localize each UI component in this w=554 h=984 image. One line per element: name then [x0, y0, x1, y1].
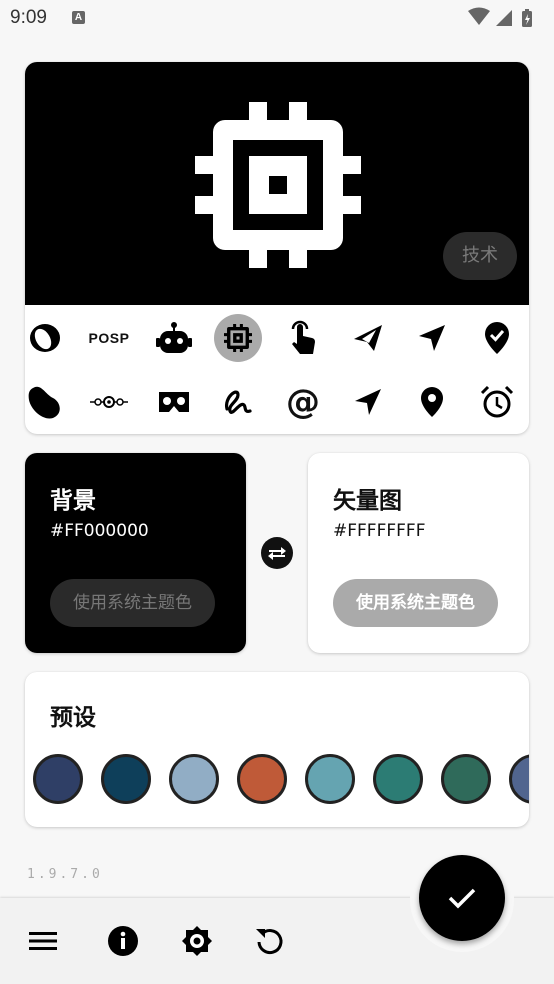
- version-label: 1.9.7.0: [27, 867, 103, 882]
- check-icon: [448, 888, 476, 909]
- bean-outline-icon[interactable]: [25, 314, 69, 362]
- menu-icon: [29, 932, 57, 950]
- at-icon[interactable]: @: [279, 378, 327, 426]
- vector-color-card[interactable]: 矢量图 #FFFFFFFF 使用系统主题色: [308, 453, 529, 653]
- background-color-card[interactable]: 背景 #FF000000 使用系统主题色: [25, 453, 246, 653]
- wifi-icon: [468, 7, 490, 25]
- signal-icon: [496, 10, 512, 26]
- alarm-icon[interactable]: [473, 378, 521, 426]
- menu-button[interactable]: [24, 922, 62, 960]
- squiggle-icon[interactable]: [214, 378, 262, 426]
- navigation-icon[interactable]: [408, 314, 456, 362]
- background-hex: #FF000000: [50, 521, 149, 541]
- swap-icon: [268, 547, 286, 560]
- notification-icon: A: [72, 11, 85, 24]
- bean-icon[interactable]: [25, 378, 69, 426]
- settings-button[interactable]: [178, 922, 216, 960]
- info-button[interactable]: [104, 922, 142, 960]
- preset-swatch[interactable]: [33, 754, 83, 804]
- apply-fab[interactable]: [419, 855, 505, 941]
- preset-swatch[interactable]: [441, 754, 491, 804]
- preset-swatch[interactable]: [373, 754, 423, 804]
- preset-swatch[interactable]: [101, 754, 151, 804]
- background-system-color-button[interactable]: 使用系统主题色: [50, 579, 215, 627]
- posp-icon[interactable]: POSP: [85, 314, 133, 362]
- preset-swatch[interactable]: [169, 754, 219, 804]
- vector-system-color-button[interactable]: 使用系统主题色: [333, 579, 498, 627]
- chip-icon-large: [195, 102, 361, 272]
- map-marker-icon[interactable]: [408, 378, 456, 426]
- vector-title: 矢量图: [333, 488, 402, 514]
- status-icons: [466, 7, 546, 33]
- preset-swatch[interactable]: [237, 754, 287, 804]
- battery-icon: [522, 9, 532, 27]
- icon-picker-grid: POSP @: [25, 305, 529, 434]
- send-icon[interactable]: [344, 378, 392, 426]
- circle-nodes-icon[interactable]: [85, 378, 133, 426]
- robot-icon[interactable]: [150, 314, 198, 362]
- vector-hex: #FFFFFFFF: [333, 521, 426, 541]
- reset-button[interactable]: [251, 922, 289, 960]
- check-decagram-icon[interactable]: [473, 314, 521, 362]
- presets-title: 预设: [50, 705, 96, 731]
- settings-icon: [182, 926, 212, 956]
- swap-colors-button[interactable]: [261, 537, 293, 569]
- reset-icon: [256, 929, 283, 955]
- send-outline-icon[interactable]: [344, 314, 392, 362]
- vr-headset-icon[interactable]: [150, 378, 198, 426]
- chip-icon[interactable]: [214, 314, 262, 362]
- presets-card: 预设: [25, 672, 529, 827]
- category-chip[interactable]: 技术: [443, 232, 517, 280]
- status-bar: 9:09 A: [0, 0, 554, 36]
- status-time: 9:09: [10, 7, 47, 28]
- touch-icon[interactable]: [279, 314, 327, 362]
- icon-preview-card: 技术 POSP @: [25, 62, 529, 434]
- info-icon: [108, 926, 138, 956]
- preset-swatch[interactable]: [509, 754, 529, 804]
- preset-swatch[interactable]: [305, 754, 355, 804]
- icon-preview: 技术: [25, 62, 529, 305]
- background-title: 背景: [50, 488, 96, 514]
